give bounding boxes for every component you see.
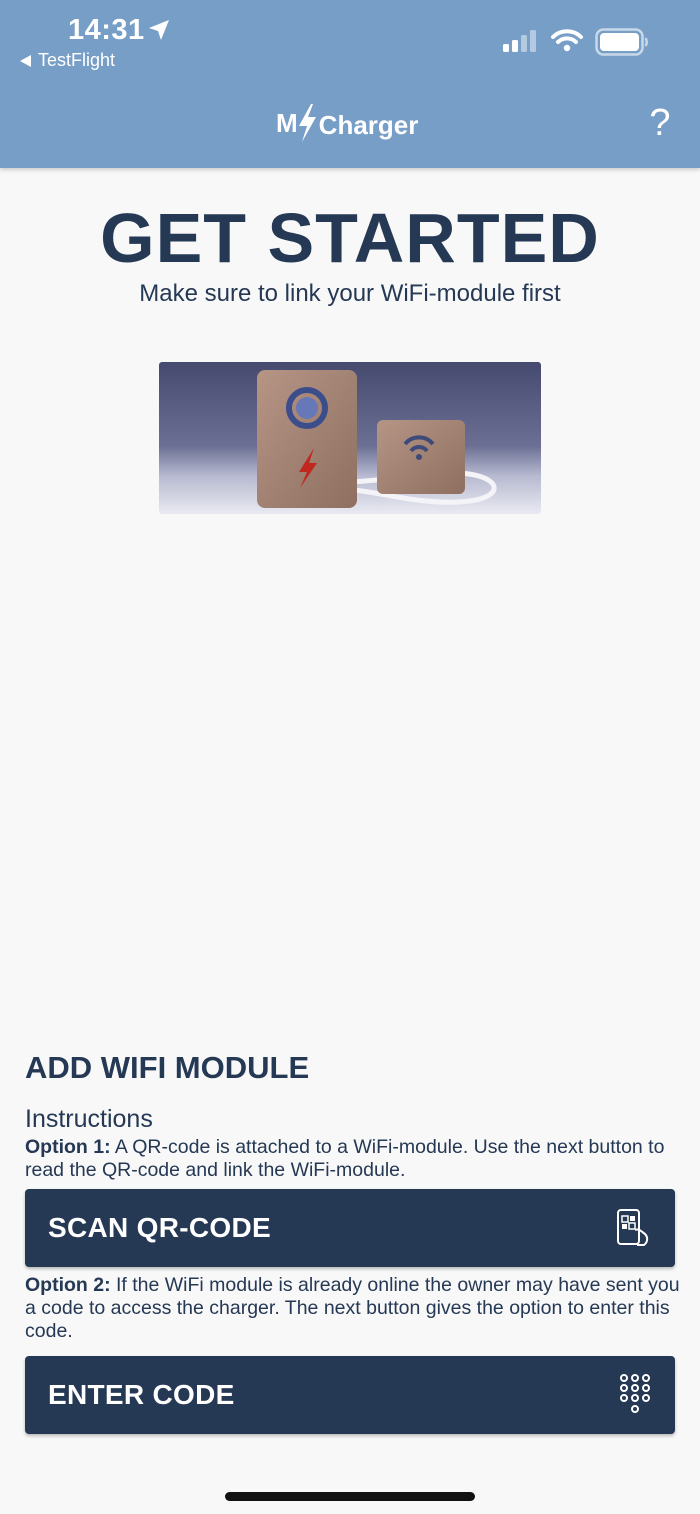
wifi-status-icon (551, 29, 583, 52)
scan-qr-code-button[interactable]: SCAN QR-CODE (25, 1189, 675, 1267)
phone-qr-scan-icon (617, 1209, 649, 1246)
location-arrow-icon (149, 20, 169, 40)
back-to-testflight-link[interactable]: TestFlight (20, 50, 115, 71)
enter-code-button[interactable]: ENTER CODE (25, 1356, 675, 1434)
battery-icon (595, 28, 648, 56)
back-arrow-icon (20, 54, 31, 67)
mcharger-logo: M Charger (276, 100, 418, 146)
option-2-text: If the WiFi module is already online the… (25, 1274, 680, 1342)
lightning-bolt-icon (298, 104, 316, 142)
option-1-label: Option 1: (25, 1136, 111, 1158)
instructions-heading: Instructions (25, 1105, 153, 1133)
option-1-text: A QR-code is attached to a WiFi-module. … (25, 1136, 665, 1181)
help-button[interactable]: ? (640, 100, 680, 146)
logo-text: Charger (318, 109, 419, 140)
page-title: GET STARTED (100, 199, 600, 277)
status-time: 14:31 (68, 14, 145, 46)
add-wifi-module-heading: ADD WIFI MODULE (25, 1050, 310, 1085)
charger-product-image (159, 362, 541, 514)
enter-code-label: ENTER CODE (48, 1379, 235, 1410)
cellular-signal-icon (503, 30, 536, 52)
page-subtitle: Make sure to link your WiFi-module first (139, 280, 561, 307)
option-2-instructions: Option 2: If the WiFi module is already … (25, 1274, 685, 1343)
option-1-instructions: Option 1: A QR-code is attached to a WiF… (25, 1136, 685, 1182)
app-header: 14:31 TestFlight M Charger ? (0, 0, 700, 168)
scan-qr-code-label: SCAN QR-CODE (48, 1212, 271, 1243)
back-app-label: TestFlight (38, 50, 116, 70)
home-indicator (225, 1492, 475, 1501)
option-2-label: Option 2: (25, 1274, 111, 1296)
keypad-icon (620, 1374, 650, 1413)
logo-prefix: M (276, 107, 298, 138)
